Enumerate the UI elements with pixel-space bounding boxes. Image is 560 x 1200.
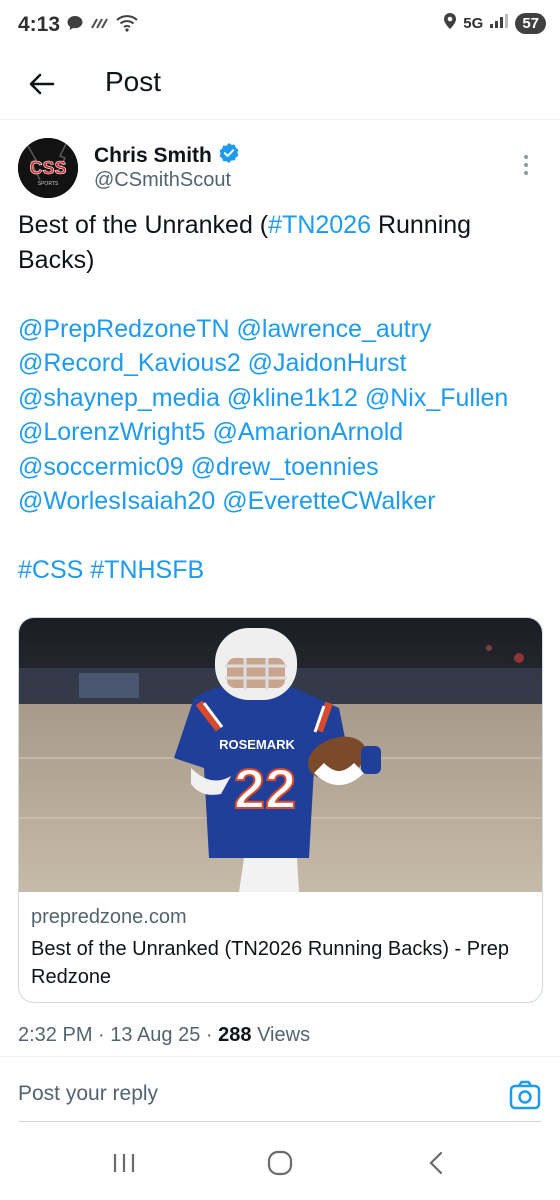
mention-link[interactable]: @kline1k12 bbox=[227, 384, 358, 412]
hashtag-link[interactable]: #TN2026 bbox=[268, 211, 371, 239]
mention-link[interactable]: @AmarionArnold bbox=[212, 418, 403, 446]
recent-apps-icon bbox=[112, 1152, 136, 1179]
more-dot bbox=[524, 163, 528, 167]
mention-link[interactable]: @WorlesIsaiah20 bbox=[18, 487, 215, 515]
mention-line: @shaynep_media @kline1k12 @Nix_Fullen bbox=[18, 381, 542, 416]
mention-line: @PrepRedzoneTN @lawrence_autry bbox=[18, 312, 542, 347]
status-notification-icons bbox=[66, 14, 138, 37]
svg-text:SPORTS: SPORTS bbox=[38, 181, 59, 187]
mention-line: @WorlesIsaiah20 @EveretteCWalker bbox=[18, 484, 542, 519]
views-count: 288 bbox=[218, 1024, 252, 1046]
status-right-icons: 5G 57 bbox=[443, 12, 546, 35]
mention-link[interactable]: @JaidonHurst bbox=[248, 349, 407, 377]
reply-underline bbox=[18, 1121, 542, 1122]
more-options-button[interactable] bbox=[514, 150, 538, 180]
mention-link[interactable]: @lawrence_autry bbox=[237, 315, 432, 343]
mention-line: @Record_Kavious2 @JaidonHurst bbox=[18, 346, 542, 381]
battery-indicator: 57 bbox=[515, 13, 546, 34]
hashtags-row: #CSS #TNHSFB bbox=[18, 553, 542, 588]
more-dot bbox=[524, 155, 528, 159]
camera-icon bbox=[508, 1080, 542, 1116]
status-time: 4:13 bbox=[18, 13, 61, 36]
back-chevron-icon bbox=[427, 1151, 445, 1180]
mentions-block: @PrepRedzoneTN @lawrence_autry @Record_Ka… bbox=[18, 312, 542, 519]
mention-link[interactable]: @Record_Kavious2 bbox=[18, 349, 241, 377]
reply-input[interactable] bbox=[18, 1082, 458, 1106]
chat-bubble-icon bbox=[66, 14, 84, 37]
home-icon bbox=[267, 1150, 293, 1181]
avatar-logo-text: CSS bbox=[29, 158, 66, 178]
status-bar: 4:13 5G 57 bbox=[0, 0, 560, 52]
back-button[interactable] bbox=[22, 66, 62, 106]
mention-link[interactable]: @soccermic09 bbox=[18, 453, 184, 481]
camera-button[interactable] bbox=[508, 1078, 542, 1112]
recent-apps-button[interactable] bbox=[104, 1148, 144, 1182]
card-domain: prepredzone.com bbox=[31, 906, 187, 928]
mention-link[interactable]: @shaynep_media bbox=[18, 384, 220, 412]
post-metadata: 2:32 PM · 13 Aug 25 · 288 Views bbox=[18, 1024, 311, 1046]
home-button[interactable] bbox=[260, 1148, 300, 1182]
views-label: Views bbox=[257, 1024, 311, 1046]
mention-link[interactable]: @Nix_Fullen bbox=[365, 384, 508, 412]
hashtag-link[interactable]: #TNHSFB bbox=[90, 556, 204, 584]
card-title: Best of the Unranked (TN2026 Running Bac… bbox=[31, 938, 510, 988]
more-dot bbox=[524, 171, 528, 175]
reply-bar bbox=[0, 1064, 560, 1124]
jersey-number: 22 bbox=[234, 757, 296, 820]
location-pin-icon bbox=[443, 12, 457, 35]
hashtag-link[interactable]: #CSS bbox=[18, 556, 83, 584]
post-headline: Best of the Unranked (#TN2026 Running Ba… bbox=[18, 208, 542, 277]
mention-link[interactable]: @PrepRedzoneTN bbox=[18, 315, 230, 343]
mention-link[interactable]: @drew_toennies bbox=[191, 453, 379, 481]
post-text: Best of the Unranked (#TN2026 Running Ba… bbox=[18, 208, 542, 588]
post-time[interactable]: 2:32 PM bbox=[18, 1024, 92, 1046]
wifi-icon bbox=[116, 14, 138, 37]
signal-stripes-icon bbox=[90, 15, 110, 36]
cell-signal-icon bbox=[489, 13, 509, 34]
verified-badge-icon bbox=[218, 142, 240, 169]
network-type: 5G bbox=[463, 15, 484, 32]
top-app-bar: Post bbox=[0, 52, 560, 120]
mention-line: @soccermic09 @drew_toennies bbox=[18, 450, 542, 485]
post-date[interactable]: 13 Aug 25 bbox=[110, 1024, 200, 1046]
back-nav-button[interactable] bbox=[416, 1148, 456, 1182]
page-title: Post bbox=[105, 66, 162, 97]
system-nav-bar bbox=[0, 1130, 560, 1200]
author-name[interactable]: Chris Smith bbox=[94, 144, 212, 168]
divider bbox=[0, 1056, 560, 1057]
headline-text: Best of the Unranked ( bbox=[18, 211, 269, 239]
post-author: CSS SPORTS Chris Smith @CSmithScout bbox=[18, 138, 542, 200]
avatar[interactable]: CSS SPORTS bbox=[18, 138, 78, 198]
card-meta: prepredzone.com Best of the Unranked (TN… bbox=[31, 906, 531, 991]
author-handle[interactable]: @CSmithScout bbox=[94, 169, 231, 192]
link-preview-card[interactable]: ROSEMARK 22 prepredzone.com Best of the … bbox=[18, 617, 543, 1003]
card-image: ROSEMARK 22 bbox=[19, 618, 542, 892]
mention-link[interactable]: @LorenzWright5 bbox=[18, 418, 206, 446]
mention-link[interactable]: @EveretteCWalker bbox=[222, 487, 435, 515]
mention-line: @LorenzWright5 @AmarionArnold bbox=[18, 415, 542, 450]
jersey-text: ROSEMARK bbox=[219, 737, 295, 752]
back-arrow-icon bbox=[29, 73, 55, 100]
